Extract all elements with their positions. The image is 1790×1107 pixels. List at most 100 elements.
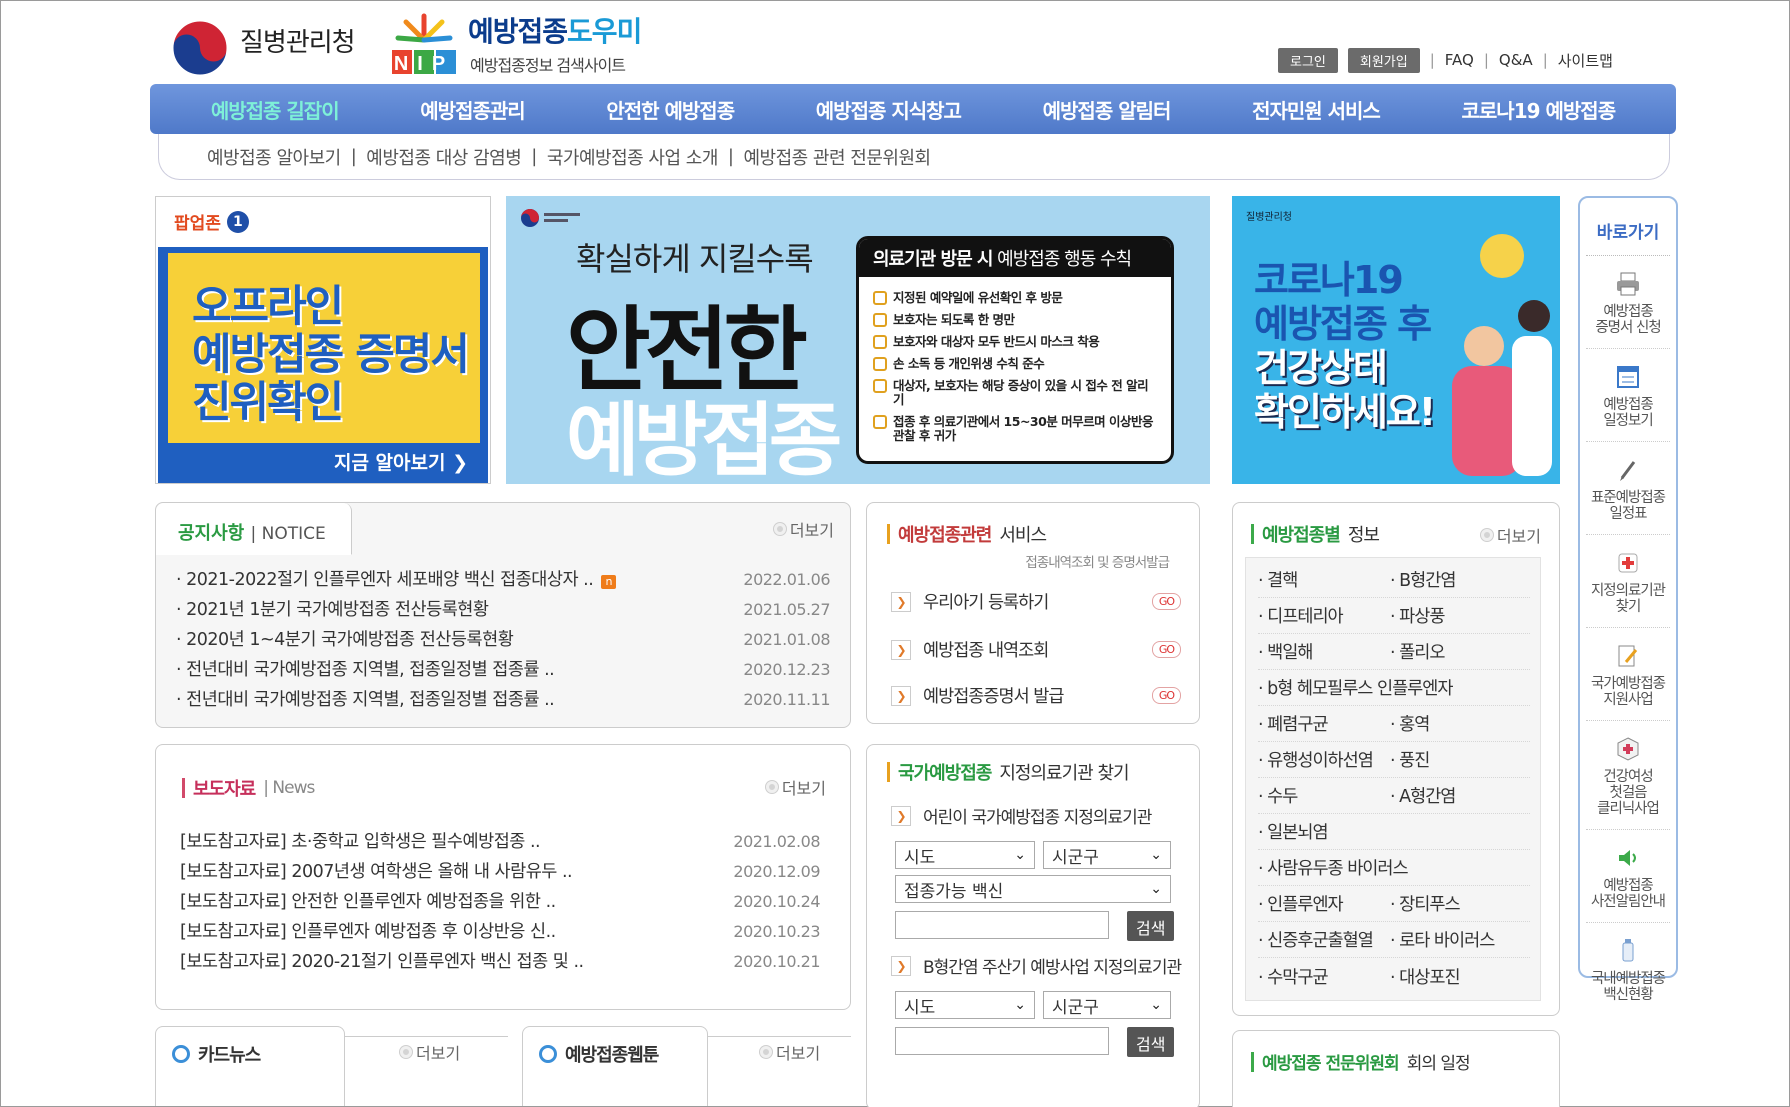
- chevron-down-icon: ⌄: [1150, 881, 1162, 897]
- ring-icon: [172, 1045, 190, 1063]
- list-item: · 유행성이하선염 · 풍진: [1258, 742, 1530, 778]
- go-button: GO: [1151, 687, 1181, 704]
- go-button: GO: [1151, 593, 1181, 610]
- press-item[interactable]: [보도참고자료] 초·중학교 입학생은 필수예방접종 .. 2021.02.08: [180, 827, 820, 857]
- rule-item: 대상자, 보호자는 해당 증상이 있을 시 접수 전 알리기: [873, 379, 1157, 407]
- vaccine-info-more-link[interactable]: 더보기: [1480, 523, 1541, 547]
- check-icon: [873, 379, 887, 393]
- hospital-name-input[interactable]: [895, 911, 1109, 939]
- popup-more-link[interactable]: 지금 알아보기 ❯: [334, 448, 468, 475]
- covid19-health-banner[interactable]: 질병관리청 코로나19 예방접종 후 건강상태 확인하세요!: [1232, 196, 1560, 484]
- quick-national-support[interactable]: 국가예방접종 지원사업: [1586, 628, 1670, 721]
- webtoon-more-link[interactable]: 더보기: [760, 1040, 820, 1064]
- check-icon: [873, 291, 887, 305]
- kdca-name[interactable]: 질병관리청: [240, 22, 356, 59]
- list-item: · 결핵 · B형간염: [1258, 562, 1530, 598]
- service-title: 예방접종관련 서비스: [887, 521, 1047, 547]
- vaccine-info-title: 예방접종별 정보: [1251, 521, 1380, 547]
- notice-item[interactable]: · 전년대비 국가예방접종 지역별, 접종일정별 접종률 .. 2020.12.2…: [176, 655, 830, 685]
- service-certificate-issue[interactable]: ❯ 예방접종증명서 발급 GO: [891, 683, 1181, 708]
- notice-panel: 공지사항 | NOTICE 더보기 · 2021-2022절기 인플루엔자 세포…: [155, 502, 851, 728]
- vaccine-select[interactable]: 접종가능 백신 ⌄: [895, 875, 1171, 903]
- cardnews-more-link[interactable]: 더보기: [400, 1040, 460, 1064]
- banner-line3: 예방접종: [566, 394, 842, 487]
- banner-line1: 확실하게 지킬수록: [576, 240, 814, 278]
- arrow-right-icon: ❯: [891, 805, 911, 826]
- quick-vaccine-status[interactable]: 국내예방접종 백신현황: [1586, 923, 1670, 1015]
- notice-more-link[interactable]: 더보기: [773, 517, 834, 541]
- popup-banner[interactable]: 오프라인 예방접종 증명서 진위확인 지금 알아보기 ❯: [158, 247, 488, 483]
- gnb-e-civil[interactable]: 전자민원 서비스: [1252, 95, 1381, 124]
- press-item[interactable]: [보도참고자료] 2007년생 여학생은 올해 내 사람유두 .. 2020.12…: [180, 857, 820, 887]
- list-item: · 디프테리아 · 파상풍: [1258, 598, 1530, 634]
- sigungu-select[interactable]: 시군구 ⌄: [1043, 841, 1171, 869]
- gnb-covid19[interactable]: 코로나19 예방접종: [1462, 95, 1617, 124]
- login-button[interactable]: 로그인: [1278, 47, 1338, 73]
- qna-link[interactable]: Q&A: [1499, 51, 1533, 69]
- subnav-item[interactable]: 예방접종 알아보기: [207, 144, 341, 170]
- rule-item: 접종 후 의료기관에서 15~30분 머무르며 이상반응 관찰 후 귀가: [873, 415, 1157, 443]
- sido-select[interactable]: 시도 ⌄: [895, 841, 1035, 869]
- sigungu-select[interactable]: 시군구 ⌄: [1043, 991, 1171, 1019]
- popup-zone-header: 팝업존 1: [174, 209, 249, 234]
- vaccine-info-panel: 예방접종별 정보 더보기 · 결핵 · B형간염 · 디프테리아 · 파상풍 · 백…: [1232, 502, 1560, 1016]
- join-button[interactable]: 회원가입: [1347, 47, 1420, 73]
- hepb-search-button[interactable]: 검색: [1127, 1027, 1175, 1057]
- kdca-small-logo-icon: [521, 209, 580, 227]
- press-item[interactable]: [보도참고자료] 2020-21절기 인플루엔자 백신 접종 및 .. 2020.…: [180, 947, 820, 977]
- child-hospital-label: ❯ 어린이 국가예방접종 지정의료기관: [891, 803, 1152, 828]
- notice-item[interactable]: · 2021-2022절기 인플루엔자 세포배양 백신 접종대상자 .. n 202…: [176, 565, 830, 595]
- notice-tab[interactable]: 공지사항 | NOTICE: [156, 503, 352, 555]
- committee-title[interactable]: 예방접종 전문위원회 회의 일정: [1251, 1049, 1471, 1074]
- subnav-item[interactable]: 예방접종 관련 전문위원회: [743, 144, 931, 170]
- gnb-notice-board[interactable]: 예방접종 알림터: [1043, 95, 1172, 124]
- pen-icon: [1620, 461, 1636, 481]
- rule-item: 보호자는 되도록 한 명만: [873, 313, 1157, 327]
- hepb-hospital-input[interactable]: [895, 1027, 1109, 1055]
- sido-select[interactable]: 시도 ⌄: [895, 991, 1035, 1019]
- speaker-icon: [1619, 850, 1636, 866]
- notice-item[interactable]: · 2021년 1분기 국가예방접종 전산등록현황 2021.05.27: [176, 595, 830, 625]
- quick-pre-notification[interactable]: 예방접종 사전알림안내: [1586, 830, 1670, 923]
- quick-schedule[interactable]: 예방접종 일정보기: [1586, 349, 1670, 442]
- gnb-knowledge[interactable]: 예방접종 지식창고: [816, 95, 962, 124]
- notice-item[interactable]: · 전년대비 국가예방접종 지역별, 접종일정별 접종률 .. 2020.11.1…: [176, 685, 830, 715]
- nip-site-title[interactable]: 예방접종도우미: [468, 10, 642, 50]
- gnb-guide[interactable]: 예방접종 길잡이: [211, 95, 340, 124]
- press-item[interactable]: [보도참고자료] 인플루엔자 예방접종 후 이상반응 신.. 2020.10.23: [180, 917, 820, 947]
- notice-item[interactable]: · 2020년 1~4분기 국가예방접종 전산등록현황 2021.01.08: [176, 625, 830, 655]
- service-history-lookup[interactable]: ❯ 예방접종 내역조회 GO: [891, 637, 1181, 662]
- check-icon: [873, 415, 887, 429]
- divider: [707, 1036, 851, 1037]
- gnb-management[interactable]: 예방접종관리: [420, 95, 525, 124]
- quick-standard-schedule[interactable]: 표준예방접종 일정표: [1586, 442, 1670, 535]
- more-dot-icon: [760, 1046, 772, 1058]
- check-icon: [873, 335, 887, 349]
- subnav-item[interactable]: 국가예방접종 사업 소개: [547, 144, 719, 170]
- rule-item: 보호자와 대상자 모두 반드시 마스크 착용: [873, 335, 1157, 349]
- quick-certificate[interactable]: 예방접종 증명서 신청: [1586, 256, 1670, 349]
- cardnews-tab[interactable]: 카드뉴스: [155, 1026, 345, 1106]
- popup-count-badge[interactable]: 1: [226, 210, 249, 233]
- subnav-item[interactable]: 예방접종 대상 감염병: [366, 144, 521, 170]
- utility-menu: 로그인 회원가입 | FAQ | Q&A | 사이트맵: [1278, 47, 1613, 73]
- press-item[interactable]: [보도참고자료] 안전한 인플루엔자 예방접종을 위한 .. 2020.10.24: [180, 887, 820, 917]
- nip-logo-icon[interactable]: NIP: [378, 10, 470, 80]
- arrow-right-icon: ❯: [891, 955, 911, 976]
- quick-menu-title: 바로가기: [1586, 198, 1670, 256]
- quick-hospital-search[interactable]: 지정의료기관 찾기: [1586, 535, 1670, 628]
- hospital-search-button[interactable]: 검색: [1127, 911, 1175, 941]
- press-more-link[interactable]: 더보기: [765, 775, 826, 799]
- quick-women-clinic[interactable]: 건강여성 첫걸음 클리닉사업: [1586, 721, 1670, 830]
- press-title[interactable]: 보도자료 | News: [182, 775, 315, 801]
- faq-link[interactable]: FAQ: [1445, 51, 1474, 69]
- safe-vaccination-banner[interactable]: 확실하게 지킬수록 안전한 예방접종 의료기관 방문 시 예방접종 행동 수칙 …: [506, 196, 1210, 487]
- press-panel: 보도자료 | News 더보기 [보도참고자료] 초·중학교 입학생은 필수예방접…: [155, 744, 851, 1010]
- printer-icon: [1617, 272, 1639, 296]
- sitemap-link[interactable]: 사이트맵: [1558, 50, 1613, 71]
- service-register-baby[interactable]: ❯ 우리아기 등록하기 GO: [891, 589, 1181, 614]
- popup-banner-text: 오프라인 예방접종 증명서 진위확인: [192, 282, 470, 428]
- webtoon-tab[interactable]: 예방접종웹툰: [522, 1026, 708, 1106]
- first-aid-icon: [1617, 737, 1639, 761]
- gnb-safe-vaccination[interactable]: 안전한 예방접종: [606, 95, 735, 124]
